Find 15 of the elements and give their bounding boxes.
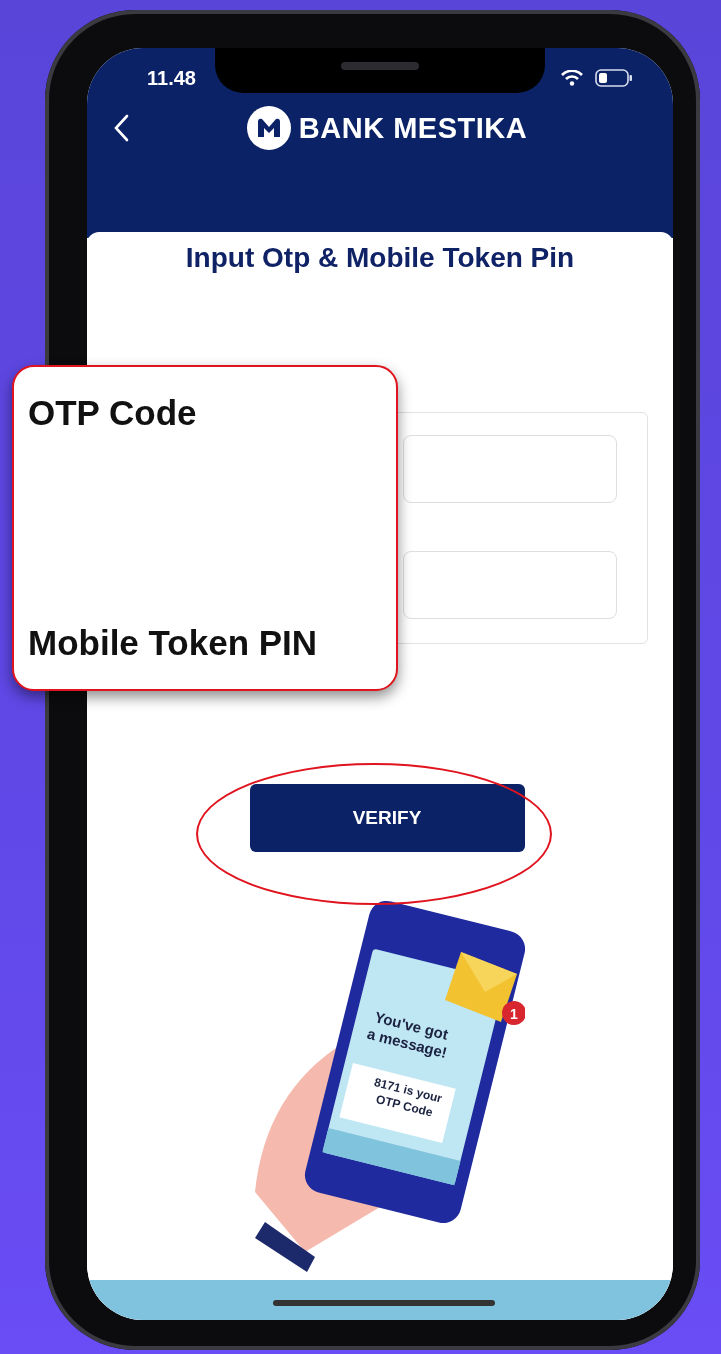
wifi-icon: [561, 70, 583, 86]
otp-input-field[interactable]: [403, 435, 617, 503]
bank-name: BANK MESTIKA: [298, 111, 528, 145]
status-time: 11.48: [147, 66, 196, 90]
field-label: OTP Code: [28, 393, 198, 433]
field-label: Mobile Token PIN: [28, 623, 319, 663]
notification-badge: 1: [502, 1001, 525, 1025]
m-logo-icon: [246, 106, 291, 150]
message-headline: You've got a message!: [365, 1008, 450, 1062]
otp-message: 8171 is your OTP Code: [372, 1075, 444, 1120]
pin-input-field[interactable]: [403, 551, 617, 619]
battery-icon: [595, 69, 633, 87]
back-chevron-icon[interactable]: [113, 114, 129, 142]
page-title: Input Otp & Mobile Token Pin: [184, 242, 576, 274]
verify-button[interactable]: VERIFY: [249, 784, 525, 852]
